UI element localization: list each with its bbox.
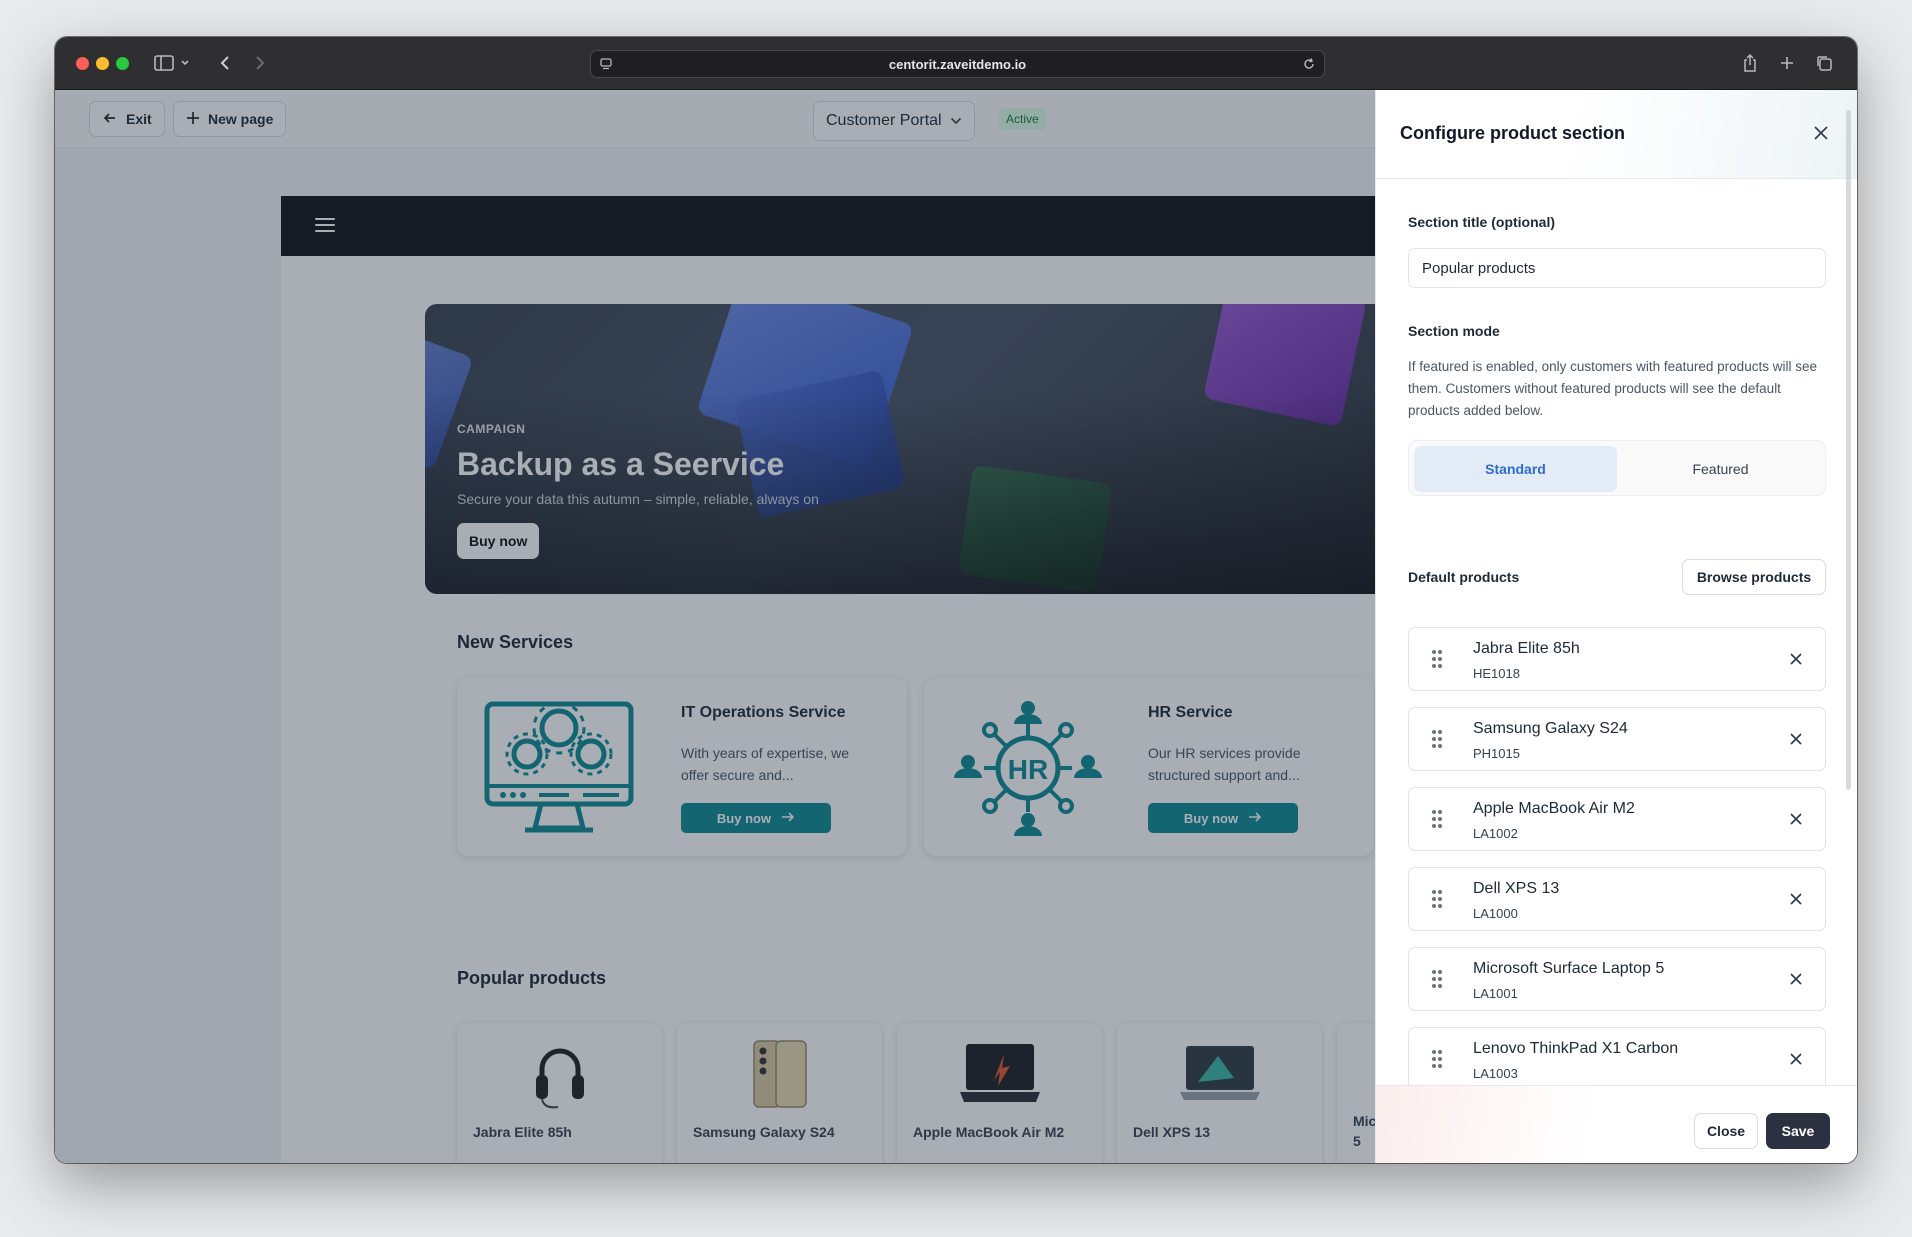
product-sku: PH1015 [1473, 746, 1520, 761]
product-row[interactable]: Samsung Galaxy S24 PH1015 [1408, 707, 1826, 771]
product-sku: LA1000 [1473, 906, 1518, 921]
reload-icon[interactable] [1302, 57, 1316, 74]
drawer-header: Configure product section [1376, 90, 1857, 179]
sidebar-toggle-icon[interactable] [153, 51, 175, 75]
zoom-window-button[interactable] [116, 57, 129, 70]
drag-handle-icon[interactable] [1431, 729, 1443, 749]
close-window-button[interactable] [76, 57, 89, 70]
tab-overview-icon[interactable] [1814, 51, 1834, 75]
drag-handle-icon[interactable] [1431, 969, 1443, 989]
remove-product-icon[interactable] [1785, 808, 1807, 830]
save-button[interactable]: Save [1766, 1113, 1830, 1149]
product-row[interactable]: Apple MacBook Air M2 LA1002 [1408, 787, 1826, 851]
remove-product-icon[interactable] [1785, 728, 1807, 750]
section-title-label: Section title (optional) [1408, 214, 1555, 230]
remove-product-icon[interactable] [1785, 968, 1807, 990]
new-tab-icon[interactable] [1777, 51, 1797, 75]
product-name: Apple MacBook Air M2 [1473, 800, 1635, 817]
site-settings-icon[interactable] [599, 57, 613, 74]
browser-window: centorit.zaveitdemo.io Exit New page Cus… [55, 37, 1857, 1163]
product-sku: LA1003 [1473, 1066, 1518, 1081]
chevron-down-icon[interactable] [179, 51, 191, 75]
default-products-label: Default products [1408, 569, 1520, 585]
section-mode-label: Section mode [1408, 323, 1500, 339]
modal-backdrop[interactable] [55, 90, 1375, 1163]
product-name: Dell XPS 13 [1473, 880, 1560, 897]
drawer-scrollbar[interactable] [1846, 110, 1851, 790]
browser-titlebar: centorit.zaveitdemo.io [55, 37, 1857, 90]
mode-standard-option[interactable]: Standard [1414, 446, 1617, 492]
minimize-window-button[interactable] [96, 57, 109, 70]
remove-product-icon[interactable] [1785, 888, 1807, 910]
address-bar[interactable]: centorit.zaveitdemo.io [590, 50, 1325, 78]
drag-handle-icon[interactable] [1431, 809, 1443, 829]
remove-product-icon[interactable] [1785, 1048, 1807, 1070]
configure-product-section-drawer: Configure product section Section title … [1375, 90, 1857, 1163]
product-row[interactable]: Lenovo ThinkPad X1 Carbon LA1003 [1408, 1027, 1826, 1085]
section-title-input[interactable] [1408, 248, 1826, 288]
section-mode-description: If featured is enabled, only customers w… [1408, 359, 1817, 418]
close-icon[interactable] [1809, 121, 1833, 145]
product-row[interactable]: Jabra Elite 85h HE1018 [1408, 627, 1826, 691]
close-button[interactable]: Close [1694, 1113, 1758, 1149]
url-text: centorit.zaveitdemo.io [888, 56, 1027, 72]
share-icon[interactable] [1740, 51, 1760, 75]
product-name: Microsoft Surface Laptop 5 [1473, 960, 1665, 977]
drag-handle-icon[interactable] [1431, 649, 1443, 669]
remove-product-icon[interactable] [1785, 648, 1807, 670]
product-name: Jabra Elite 85h [1473, 640, 1580, 657]
section-mode-toggle: Standard Featured [1408, 440, 1826, 496]
drawer-title: Configure product section [1400, 123, 1625, 143]
product-sku: HE1018 [1473, 666, 1520, 681]
default-products-list: Jabra Elite 85h HE1018 Samsung Galaxy S2… [1408, 627, 1828, 1085]
product-sku: LA1002 [1473, 826, 1518, 841]
mode-featured-option[interactable]: Featured [1619, 446, 1822, 492]
drag-handle-icon[interactable] [1431, 1049, 1443, 1069]
product-name: Lenovo ThinkPad X1 Carbon [1473, 1040, 1679, 1057]
product-row[interactable]: Dell XPS 13 LA1000 [1408, 867, 1826, 931]
product-name: Samsung Galaxy S24 [1473, 720, 1628, 737]
product-sku: LA1001 [1473, 986, 1518, 1001]
drawer-footer: Close Save [1376, 1085, 1857, 1163]
product-row[interactable]: Microsoft Surface Laptop 5 LA1001 [1408, 947, 1826, 1011]
page-builder-app: Exit New page Customer Portal Active CAM… [55, 90, 1857, 1163]
drag-handle-icon[interactable] [1431, 889, 1443, 909]
browse-products-button[interactable]: Browse products [1682, 559, 1826, 595]
back-arrow-icon[interactable] [215, 51, 235, 75]
forward-arrow-icon[interactable] [250, 51, 270, 75]
